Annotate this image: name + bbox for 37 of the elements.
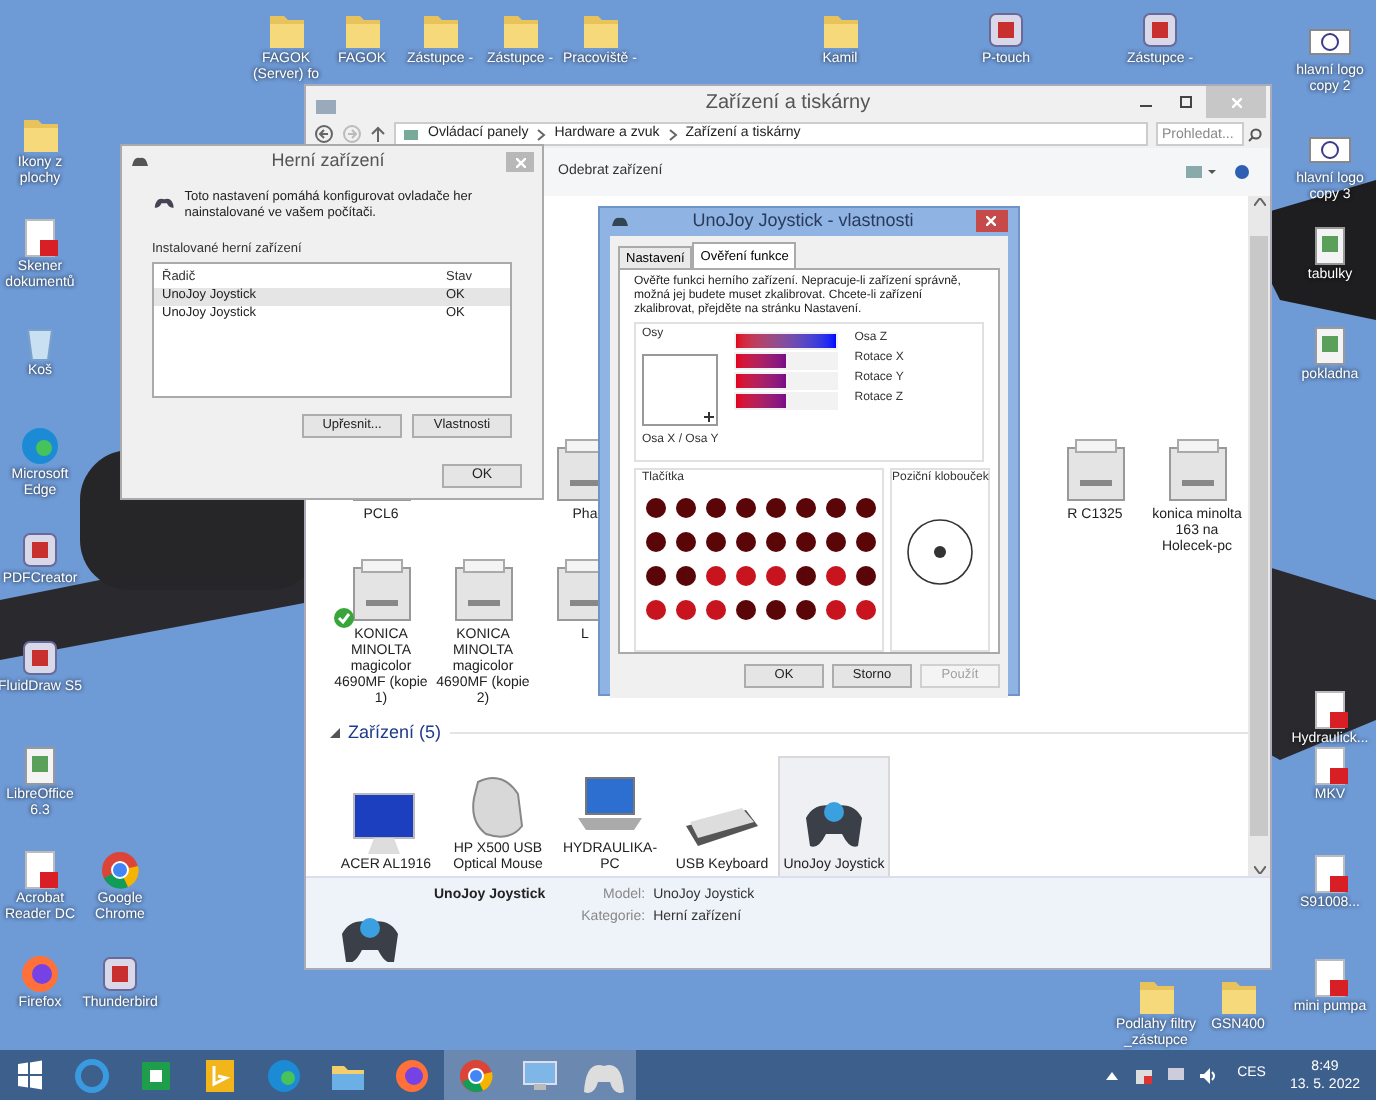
scroll-down-icon [1253, 866, 1265, 874]
scroll-up-button[interactable] [1253, 198, 1265, 206]
chevron-icon [667, 127, 678, 141]
volume-icon[interactable] [1197, 1065, 1218, 1085]
back-icon[interactable] [314, 124, 334, 144]
close-button[interactable] [975, 210, 1008, 233]
window-icon [314, 94, 338, 118]
chevron-icon [536, 127, 547, 141]
collapse-icon[interactable] [330, 728, 340, 739]
taskbar-button[interactable] [444, 1050, 508, 1100]
close-button[interactable] [506, 152, 534, 172]
dialog-title: Herní zařízení [271, 148, 385, 175]
browser-icon[interactable] [18, 952, 62, 996]
crosshair-icon [704, 411, 714, 421]
close-icon [1231, 97, 1241, 107]
up-arrow-icon[interactable] [370, 124, 386, 144]
browser-icon[interactable] [98, 848, 142, 892]
view-options-icon[interactable] [1186, 164, 1218, 180]
maximize-icon [1180, 96, 1192, 108]
window-title: Zařízení a tiskárny [705, 90, 871, 118]
close-icon [515, 157, 525, 167]
application-icon[interactable] [18, 636, 62, 680]
flag-icon[interactable] [1133, 1065, 1154, 1085]
show-hidden-icons[interactable] [1105, 1070, 1118, 1080]
scrollbar-thumb[interactable] [1250, 236, 1268, 836]
dialog-title: UnoJoy Joystick - vlastnosti [692, 208, 914, 234]
help-icon[interactable] [1234, 164, 1250, 180]
taskbar-button[interactable] [572, 1050, 636, 1100]
scroll-down-button[interactable] [1253, 866, 1265, 874]
scroll-up-icon [1253, 198, 1265, 206]
scrollbar[interactable] [1248, 196, 1270, 876]
group-heading[interactable]: Zařízení (5) [348, 720, 442, 747]
browser-icon [70, 1053, 114, 1097]
network-icon[interactable] [1165, 1065, 1186, 1085]
hat-position-indicator [904, 515, 977, 587]
close-icon [986, 216, 997, 227]
search-icon[interactable] [1248, 127, 1262, 141]
